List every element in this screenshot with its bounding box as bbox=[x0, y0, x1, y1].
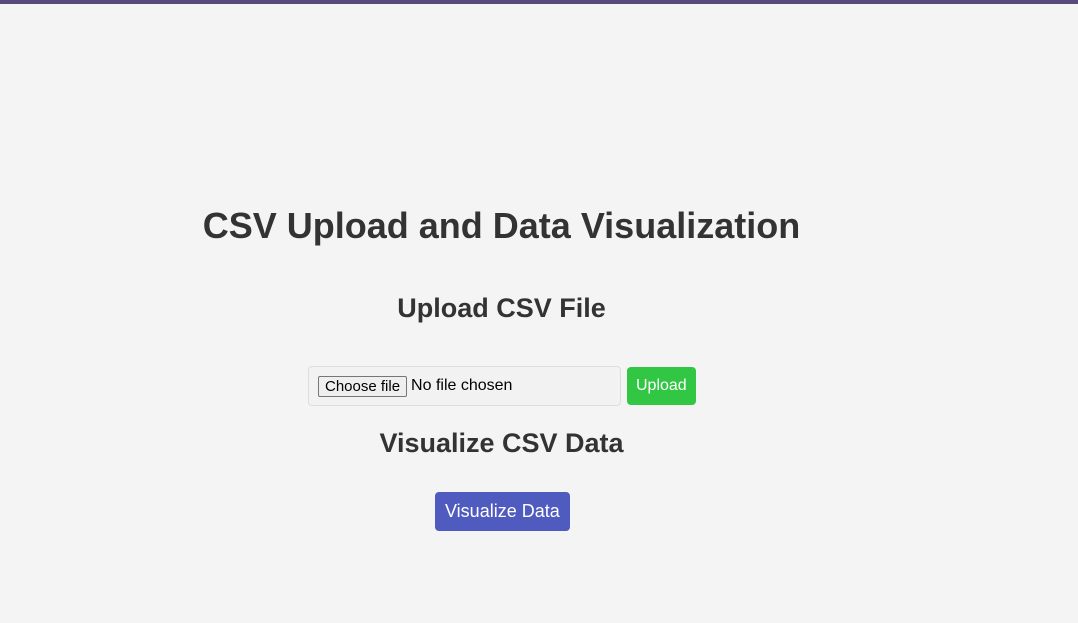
choose-file-button[interactable]: Choose file bbox=[318, 375, 408, 397]
upload-section-heading: Upload CSV File bbox=[397, 293, 606, 323]
file-status-text: No file chosen bbox=[411, 377, 513, 394]
visualize-data-button[interactable]: Visualize Data bbox=[435, 492, 570, 531]
page-title: CSV Upload and Data Visualization bbox=[202, 205, 801, 246]
main-container: CSV Upload and Data Visualization Upload… bbox=[0, 0, 1003, 623]
upload-form: Choose file No file chosen Upload bbox=[308, 365, 696, 407]
file-input[interactable]: Choose file No file chosen bbox=[308, 366, 621, 406]
upload-button[interactable]: Upload bbox=[627, 367, 696, 405]
visualize-section-heading: Visualize CSV Data bbox=[379, 428, 624, 458]
